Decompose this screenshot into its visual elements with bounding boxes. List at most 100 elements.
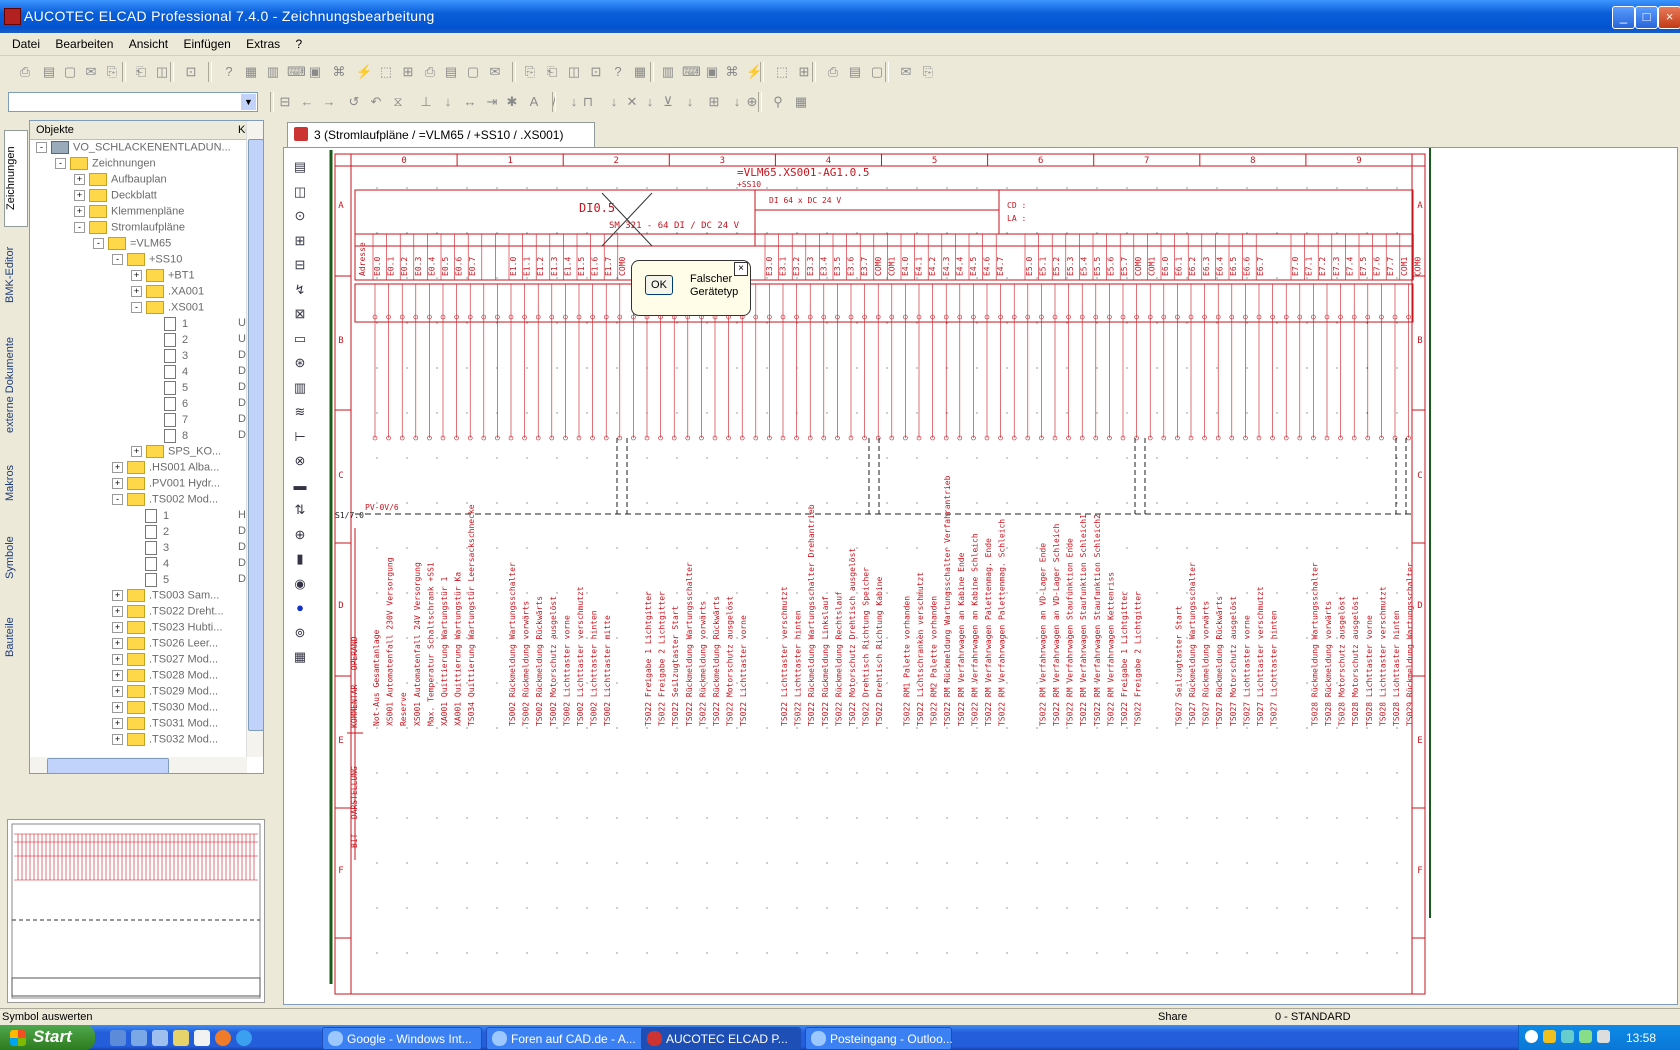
expand-icon[interactable]: + — [74, 206, 85, 217]
toolbar-tool-icon[interactable]: ⧖ — [390, 94, 406, 110]
tree-item[interactable]: + Deckblatt — [74, 189, 157, 205]
collapse-icon[interactable]: - — [112, 494, 123, 505]
tree-item[interactable]: + .TS030 Mod... — [112, 701, 218, 717]
maximize-button[interactable]: □ — [1635, 6, 1658, 29]
menu-extras[interactable]: Extras — [240, 33, 286, 51]
tab-zeichnungen[interactable]: Zeichnungen — [4, 130, 28, 227]
toolbar-tool-icon[interactable]: ? — [610, 64, 626, 80]
tree-item[interactable]: - VO_SCHLACKENENTLADUN... — [36, 141, 231, 157]
tree-item[interactable]: 5 — [150, 381, 188, 397]
toolbar-tool-icon[interactable]: ▤ — [443, 64, 459, 80]
tree-item[interactable]: 2 — [131, 525, 169, 541]
expand-icon[interactable]: + — [74, 190, 85, 201]
explorer-icon[interactable] — [152, 1030, 168, 1046]
menu-bearbeiten[interactable]: Bearbeiten — [49, 33, 119, 51]
expand-icon[interactable]: + — [131, 270, 142, 281]
drawing-tool-icon[interactable]: ≋ — [289, 401, 311, 423]
toolbar-tool-icon[interactable]: ▤ — [847, 64, 863, 80]
toolbar-tool-icon[interactable]: ↓ — [729, 94, 745, 110]
signal-icon[interactable] — [1579, 1030, 1592, 1043]
toolbar-tool-icon[interactable]: ⎙ — [422, 64, 438, 80]
expand-icon[interactable]: + — [112, 462, 123, 473]
taskbar-task[interactable]: AUCOTEC ELCAD P... — [641, 1027, 801, 1050]
objects-column-header[interactable]: Objekte — [36, 124, 74, 136]
expand-icon[interactable]: + — [112, 638, 123, 649]
expand-icon[interactable]: + — [131, 286, 142, 297]
toolbar-tool-icon[interactable]: ⬚ — [774, 64, 790, 80]
tree-item[interactable]: + Klemmenpläne — [74, 205, 184, 221]
scroll-thumb[interactable] — [248, 139, 263, 731]
toolbar-tool-icon[interactable]: ▦ — [243, 64, 259, 80]
email-icon[interactable] — [194, 1030, 210, 1046]
expand-icon[interactable]: + — [131, 446, 142, 457]
tree-item[interactable]: - .TS002 Mod... — [112, 493, 218, 509]
tab-bauteile[interactable]: Bauteile — [4, 600, 26, 675]
tree-item[interactable]: 5 — [131, 573, 169, 589]
toolbar-tool-icon[interactable]: ⊟ — [277, 94, 293, 110]
volume-icon[interactable] — [1597, 1030, 1610, 1043]
drawing-tool-icon[interactable]: ⊛ — [289, 352, 311, 374]
toolbar-tool-icon[interactable]: ⌘ — [331, 64, 347, 80]
drawing-tool-icon[interactable]: ⊞ — [289, 230, 311, 252]
toolbar-tool-icon[interactable]: ← — [299, 94, 315, 110]
tree-item[interactable]: 4 — [150, 365, 188, 381]
collapse-icon[interactable]: - — [112, 254, 123, 265]
tree-item[interactable]: 8 — [150, 429, 188, 445]
ok-button[interactable]: OK — [645, 275, 673, 295]
toolbar-tool-icon[interactable]: → — [321, 94, 337, 110]
drawing-tool-icon[interactable]: ⊟ — [289, 254, 311, 276]
dialog-close-button[interactable]: × — [734, 262, 748, 276]
tree-item[interactable]: + .TS032 Mod... — [112, 733, 218, 749]
toolbar-tool-icon[interactable]: ▢ — [465, 64, 481, 80]
schematic-drawing[interactable]: 0 1 2 3 4 5 6 7 8 9 A A B B C C D D E E F F =VLM65.XS001-AG1.0… — [317, 148, 1672, 998]
tree-item[interactable]: - +SS10 — [112, 253, 182, 269]
toolbar-tool-icon[interactable]: ✱ — [504, 94, 520, 110]
expand-icon[interactable]: + — [112, 718, 123, 729]
toolbar-tool-icon[interactable]: ⊻ — [660, 94, 676, 110]
toolbar-tool-icon[interactable]: ⊥ — [418, 94, 434, 110]
expand-icon[interactable]: + — [112, 606, 123, 617]
network-icon[interactable] — [1543, 1030, 1556, 1043]
toolbar-tool-icon[interactable]: ▦ — [632, 64, 648, 80]
drawing-tool-icon[interactable]: ⊗ — [289, 450, 311, 472]
tree-item[interactable]: - .XS001 — [131, 301, 204, 317]
toolbar-tool-icon[interactable]: ⌘ — [724, 64, 740, 80]
toolbar-tool-icon[interactable]: ⬚ — [378, 64, 394, 80]
toolbar-tool-icon[interactable]: ▦ — [793, 94, 809, 110]
tree-item[interactable]: + .XA001 — [131, 285, 204, 301]
menu-ansicht[interactable]: Ansicht — [123, 33, 174, 51]
tree-item[interactable]: + .PV001 Hydr... — [112, 477, 220, 493]
toolbar-tool-icon[interactable]: ⊞ — [400, 64, 416, 80]
toolbar-tool-icon[interactable]: ⎘ — [920, 64, 936, 80]
tree-item[interactable]: + .TS023 Hubti... — [112, 621, 222, 637]
drawing-tool-icon[interactable]: ▭ — [289, 328, 311, 350]
app-icon[interactable] — [173, 1030, 189, 1046]
toolbar-tool-icon[interactable]: A — [526, 94, 542, 110]
drawing-tool-icon[interactable]: ⊙ — [289, 205, 311, 227]
tree-item[interactable]: + .TS027 Mod... — [112, 653, 218, 669]
page-preview[interactable] — [7, 819, 265, 1003]
tree-item[interactable]: + .TS028 Mod... — [112, 669, 218, 685]
selection-combo[interactable]: ▼ — [8, 92, 258, 112]
toolbar-tool-icon[interactable]: ↓ — [682, 94, 698, 110]
collapse-icon[interactable]: - — [55, 158, 66, 169]
toolbar-tool-icon[interactable]: ▣ — [704, 64, 720, 80]
tree-item[interactable]: 2 — [150, 333, 188, 349]
tree-item[interactable]: 1 — [150, 317, 188, 333]
expand-icon[interactable]: + — [112, 686, 123, 697]
tree-item[interactable]: 1 — [131, 509, 169, 525]
tree-item[interactable]: 6 — [150, 397, 188, 413]
collapse-icon[interactable]: - — [36, 142, 47, 153]
taskbar-task[interactable]: Google - Windows Int... — [322, 1027, 482, 1050]
drawing-tool-icon[interactable]: ▦ — [289, 646, 311, 668]
toolbar-tool-icon[interactable]: ⎗ — [544, 64, 560, 80]
toolbar-tool-icon[interactable]: ⇥ — [484, 94, 500, 110]
toolbar-tool-icon[interactable]: ⎗ — [133, 64, 149, 80]
toolbar-tool-icon[interactable]: ↓ — [440, 94, 456, 110]
start-button[interactable]: Start — [0, 1025, 95, 1050]
drawing-tool-icon[interactable]: ◫ — [289, 181, 311, 203]
toolbar-tool-icon[interactable]: ↓ — [606, 94, 622, 110]
tree-item[interactable]: + .HS001 Alba... — [112, 461, 219, 477]
expand-icon[interactable]: + — [112, 590, 123, 601]
toolbar-tool-icon[interactable]: ✉ — [83, 64, 99, 80]
